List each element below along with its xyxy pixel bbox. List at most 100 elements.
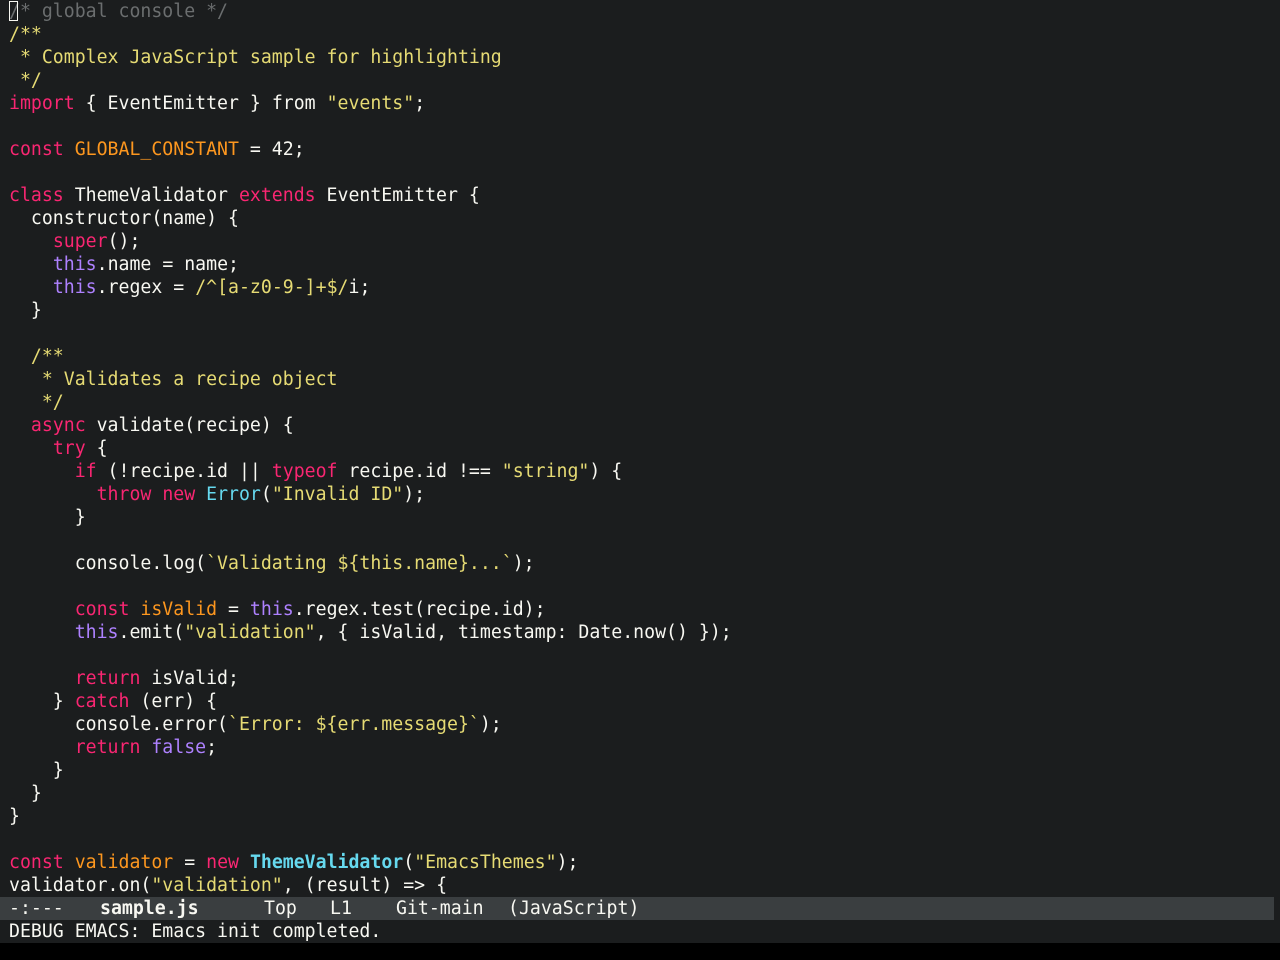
code-line: } bbox=[9, 759, 64, 782]
code-token: ; bbox=[206, 737, 218, 758]
code-token: ); bbox=[512, 553, 535, 574]
code-line: this.regex = /^[a-z0-9-]+$/i; bbox=[9, 276, 371, 299]
code-token: ) { bbox=[589, 461, 623, 482]
code-token: this bbox=[52, 277, 97, 298]
code-token: ); bbox=[556, 852, 579, 873]
code-line: this.name = name; bbox=[9, 253, 239, 276]
code-line: throw new Error("Invalid ID"); bbox=[9, 483, 426, 506]
code-token: false bbox=[151, 737, 207, 758]
modeline-line-number: L1 bbox=[330, 898, 352, 919]
code-token: ( bbox=[260, 484, 272, 505]
code-token: = bbox=[173, 852, 207, 873]
code-token: } bbox=[9, 760, 64, 781]
code-line: if (!recipe.id || typeof recipe.id !== "… bbox=[9, 460, 623, 483]
modeline-major-mode[interactable]: (JavaScript) bbox=[508, 897, 639, 920]
code-token: * Complex JavaScript sample for highligh… bbox=[9, 47, 502, 68]
code-token: constructor(name) { bbox=[9, 208, 239, 229]
code-token: async bbox=[30, 415, 86, 436]
emacs-frame: /* global console *//** * Complex JavaSc… bbox=[0, 0, 1280, 960]
code-token: i; bbox=[348, 277, 371, 298]
code-line: constructor(name) { bbox=[9, 207, 239, 230]
code-line: * Complex JavaScript sample for highligh… bbox=[9, 46, 502, 69]
modeline-buffer-name[interactable]: sample.js bbox=[100, 897, 199, 920]
code-token: "events" bbox=[326, 93, 415, 114]
code-line: const GLOBAL_CONSTANT = 42; bbox=[9, 138, 305, 161]
code-token: } bbox=[9, 783, 42, 804]
code-token: `Validating ${this.name}...` bbox=[206, 553, 513, 574]
code-token: * Validates a recipe object bbox=[9, 369, 338, 390]
code-token: ThemeValidator bbox=[63, 185, 239, 206]
code-token: (); bbox=[107, 231, 141, 252]
code-line: console.log(`Validating ${this.name}...`… bbox=[9, 552, 535, 575]
code-line: */ bbox=[9, 69, 42, 92]
code-token: super bbox=[52, 231, 108, 252]
code-line: validator.on("validation", (result) => { bbox=[9, 874, 447, 897]
code-token: "Invalid ID" bbox=[271, 484, 404, 505]
text-cursor bbox=[9, 1, 18, 21]
minibuffer[interactable]: DEBUG EMACS: Emacs init completed. bbox=[0, 920, 1280, 943]
code-token: } bbox=[9, 507, 86, 528]
code-token: ); bbox=[403, 484, 426, 505]
code-token: = 42; bbox=[238, 139, 305, 160]
code-token: (!recipe.id || bbox=[96, 461, 272, 482]
code-token: , (result) => { bbox=[282, 875, 448, 896]
code-line: const isValid = this.regex.test(recipe.i… bbox=[9, 598, 546, 621]
code-line: this.emit("validation", { isValid, times… bbox=[9, 621, 732, 644]
code-token: { EventEmitter } bbox=[74, 93, 272, 114]
code-token: validator.on( bbox=[9, 875, 152, 896]
code-token: this bbox=[249, 599, 294, 620]
code-token: "validation" bbox=[184, 622, 316, 643]
code-line: class ThemeValidator extends EventEmitte… bbox=[9, 184, 480, 207]
code-line: } bbox=[9, 299, 42, 322]
code-token: throw bbox=[96, 484, 152, 505]
code-line: /** bbox=[9, 345, 64, 368]
code-token: = bbox=[217, 599, 250, 620]
code-token: */ bbox=[9, 392, 64, 413]
code-token: typeof bbox=[271, 461, 338, 482]
code-token: /* global console */ bbox=[9, 1, 228, 22]
code-token: } bbox=[9, 300, 42, 321]
code-token: .name = name; bbox=[96, 254, 239, 275]
code-token: { bbox=[85, 438, 108, 459]
code-line: } bbox=[9, 805, 20, 828]
code-token: isValid bbox=[140, 599, 218, 620]
modeline-vc-branch[interactable]: Git-main bbox=[396, 897, 484, 920]
code-token: "validation" bbox=[151, 875, 283, 896]
mode-line: -:--- sample.js Top L1 Git-main (JavaScr… bbox=[0, 897, 1274, 920]
code-token: ThemeValidator bbox=[249, 852, 404, 873]
code-token: /** bbox=[9, 24, 42, 45]
code-token: GLOBAL_CONSTANT bbox=[74, 139, 239, 160]
code-token: console.error( bbox=[9, 714, 228, 735]
code-token: validator bbox=[74, 852, 174, 873]
modeline-status: -:--- bbox=[9, 898, 64, 919]
code-line: console.error(`Error: ${err.message}`); bbox=[9, 713, 502, 736]
code-token: this bbox=[52, 254, 97, 275]
code-token: ( bbox=[403, 852, 415, 873]
code-token: recipe.id !== bbox=[337, 461, 502, 482]
code-token: /** bbox=[9, 346, 64, 367]
code-line: /* global console */ bbox=[9, 0, 228, 23]
code-token: try bbox=[52, 438, 86, 459]
code-token: .regex.test(recipe.id); bbox=[293, 599, 546, 620]
code-token: catch bbox=[74, 691, 130, 712]
code-line: async validate(recipe) { bbox=[9, 414, 294, 437]
code-line: } bbox=[9, 506, 86, 529]
code-line: */ bbox=[9, 391, 64, 414]
code-token: extends bbox=[238, 185, 316, 206]
code-editor-buffer[interactable]: /* global console *//** * Complex JavaSc… bbox=[0, 0, 1280, 897]
code-line: try { bbox=[9, 437, 108, 460]
code-line: * Validates a recipe object bbox=[9, 368, 338, 391]
code-token: import bbox=[9, 93, 75, 114]
code-line: /** bbox=[9, 23, 42, 46]
